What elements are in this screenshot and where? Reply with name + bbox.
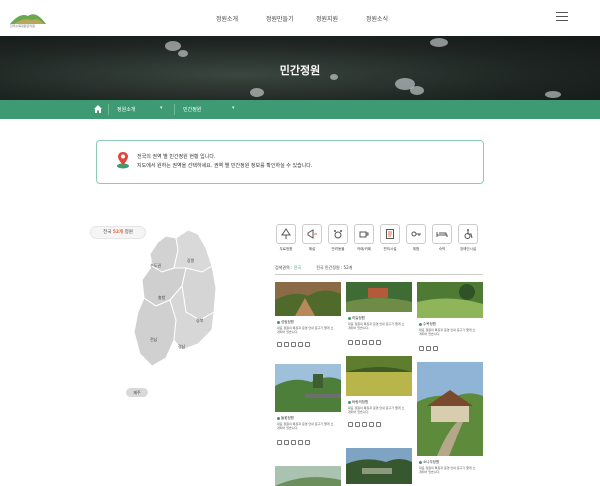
region-gyeongbuk	[181, 265, 217, 321]
garden-card[interactable]: 소나무정원 대표 정원의 특징과 운영 안내 문구가 짧게 소개되어 있습니다.	[417, 362, 483, 484]
region-jeju-button[interactable]: 제주	[126, 388, 148, 397]
garden-image	[275, 282, 341, 316]
filter-region: 전국	[293, 265, 301, 270]
region-gangwon	[173, 229, 213, 273]
site-header: 한국수목정원관리원 정원소개 정원만들기 정원지원 정원소식	[0, 0, 600, 36]
nav-item-intro[interactable]: 정원소개	[216, 14, 266, 23]
breadcrumb-level1[interactable]: 정원소개	[117, 106, 135, 113]
location-pin-icon	[117, 152, 129, 169]
home-icon[interactable]	[93, 104, 103, 114]
garden-card[interactable]: 하늘정원 대표 정원의 특징과 운영 안내 문구가 짧게 소개되어 있습니다.	[346, 282, 412, 352]
document-icon	[386, 229, 394, 239]
category-guide[interactable]: 해설	[301, 224, 323, 252]
logo-text: 한국수목정원관리원	[10, 24, 35, 28]
wheelchair-icon	[464, 229, 473, 239]
garden-image	[346, 448, 412, 484]
korea-region-map[interactable]	[120, 228, 230, 398]
category-cafe[interactable]: 카페/카페	[353, 224, 375, 252]
key-icon	[411, 231, 421, 237]
category-stay[interactable]: 숙박	[431, 224, 453, 252]
garden-image	[417, 282, 483, 318]
divider	[275, 274, 483, 275]
garden-image	[417, 362, 483, 456]
garden-image	[346, 282, 412, 312]
category-experience[interactable]: 체험	[405, 224, 427, 252]
category-accessible[interactable]: 장애인시설	[457, 224, 479, 252]
filter-summary: 검색권역 : 전국 전국 민간정원 : 52개	[275, 265, 353, 270]
page-title: 민간정원	[279, 64, 321, 77]
garden-card[interactable]: 바람의정원 대표 정원의 특징과 운영 안내 문구가 짧게 소개되어 있습니다.	[346, 356, 412, 434]
menu-icon[interactable]	[556, 12, 568, 22]
category-free[interactable]: 무료정원	[275, 224, 297, 252]
notice-line-1: 전국의 권역 별 민간정원 현황 입니다.	[137, 154, 216, 160]
garden-image	[275, 466, 341, 486]
breadcrumb-level2[interactable]: 민간정원	[183, 106, 201, 113]
region-label-capital[interactable]: 수도권	[150, 263, 161, 269]
nav-item-support[interactable]: 정원지원	[316, 14, 366, 23]
garden-card[interactable]: 성림정원 대표 정원의 특징과 운영 안내 문구가 짧게 소개되어 있습니다.	[275, 282, 341, 360]
sub-navigation: 정원소개 ▾ 민간정원 ▾	[0, 100, 600, 119]
bed-icon	[436, 232, 448, 237]
nav-item-news[interactable]: 정원소식	[366, 14, 416, 23]
region-label-gangwon[interactable]: 강원	[187, 258, 194, 264]
nav-item-make[interactable]: 정원만들기	[266, 14, 316, 23]
main-nav: 정원소개 정원만들기 정원지원 정원소식	[216, 14, 416, 23]
category-pet[interactable]: 반려동물	[327, 224, 349, 252]
region-jeolla	[133, 297, 177, 367]
coffee-icon	[359, 231, 369, 238]
region-label-jeonnam[interactable]: 전남	[150, 337, 157, 343]
region-label-gyeongbuk[interactable]: 경북	[196, 318, 203, 324]
count-prefix: 전국	[103, 230, 112, 235]
region-label-gyeongnam[interactable]: 경남	[178, 344, 185, 350]
hero-banner: 민간정원	[0, 36, 600, 100]
chevron-down-icon[interactable]: ▾	[232, 105, 235, 111]
garden-card[interactable]: 들꽃정원 대표 정원의 특징과 운영 안내 문구가 짧게 소개되어 있습니다.	[275, 364, 341, 464]
garden-card[interactable]	[346, 448, 412, 484]
pet-icon	[334, 230, 342, 239]
megaphone-icon	[307, 229, 317, 239]
chevron-down-icon[interactable]: ▾	[160, 105, 163, 111]
notice-line-2: 지도에서 원하는 권역을 선택하세요. 권역 별 민간정원 정보를 확인하실 수…	[137, 163, 313, 169]
region-label-chungcheong[interactable]: 충청	[158, 295, 165, 301]
category-facility[interactable]: 편의시설	[379, 224, 401, 252]
tree-icon	[281, 228, 291, 239]
garden-image	[275, 364, 341, 412]
garden-card[interactable]	[275, 466, 341, 486]
garden-card[interactable]: 수목정원 대표 정원의 특징과 운영 안내 문구가 짧게 소개되어 있습니다.	[417, 282, 483, 356]
garden-image	[346, 356, 412, 396]
